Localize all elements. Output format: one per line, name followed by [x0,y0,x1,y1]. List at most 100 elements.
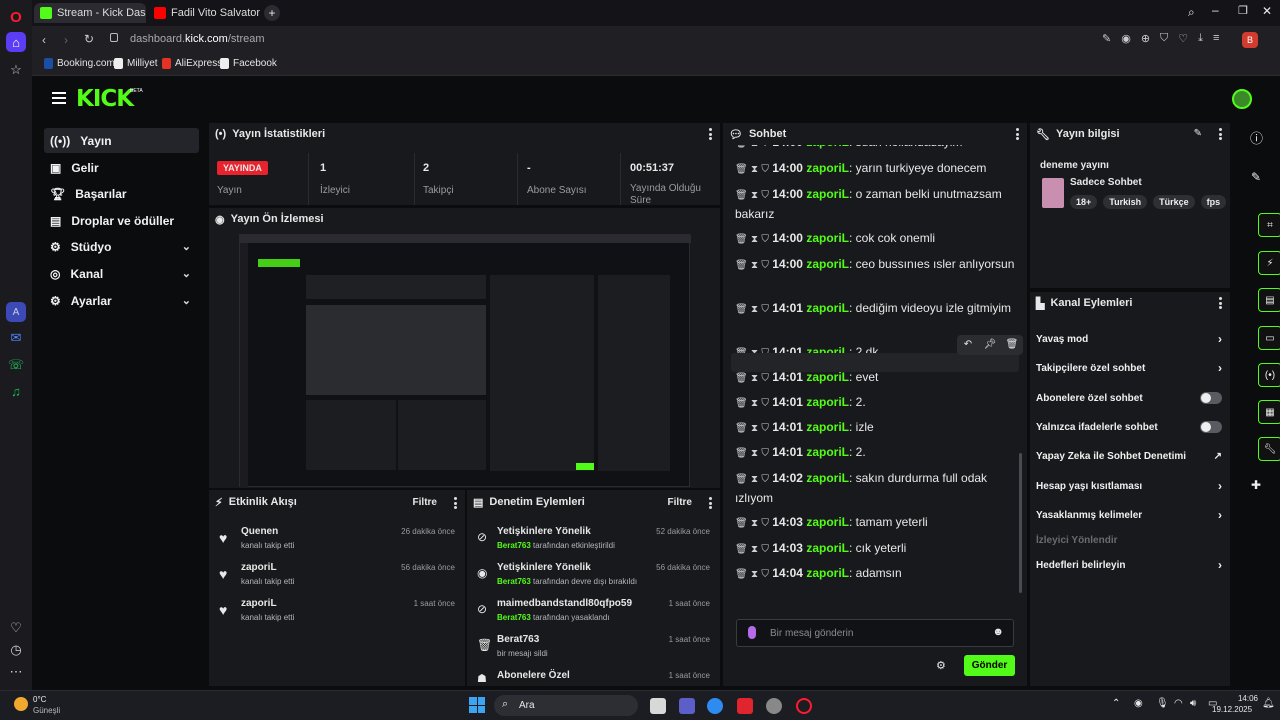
document-tool-icon[interactable]: ▤ [1258,288,1280,312]
history-icon[interactable]: ◷ [6,640,26,660]
timeout-icon[interactable]: ⧗ [751,569,758,580]
add-widget-icon[interactable]: ✚ [1251,478,1261,492]
download-icon[interactable]: ⤓ [1198,32,1203,45]
trash-icon[interactable]: 🗑︎ [735,569,748,580]
restore-button[interactable]: ❐ [1238,4,1248,17]
chat-message[interactable]: 🗑︎ ⧗ ⛉ 14:01 zaporiL: izle [735,418,1015,438]
close-window-button[interactable]: ✕ [1262,4,1272,18]
chrome-icon[interactable] [707,698,723,714]
trash-icon[interactable]: 🗑︎ [735,544,748,555]
sidebar-item-yayin[interactable]: ((•)) Yayın [44,128,199,153]
chat-message[interactable]: 🗑︎ ⧗ ⛉ 14:01 zaporiL: 2. [735,393,1015,413]
more-options-icon[interactable] [709,497,712,509]
more-options-icon[interactable] [1219,297,1222,309]
category-name[interactable]: Sadece Sohbet [1070,177,1142,188]
timeout-icon[interactable]: ⧗ [751,190,758,201]
teams-icon[interactable] [679,698,695,714]
favorites-icon[interactable]: ♡ [1178,32,1188,45]
trash-icon[interactable]: 🗑︎ [735,448,748,459]
wrench-tool-icon[interactable]: 🔧︎ [1258,437,1280,461]
sidebar-item-kanal[interactable]: ◎ Kanal ⌄ [44,261,199,286]
bookmark-milliyet[interactable]: Milliyet [114,58,158,69]
chat-scrollbar[interactable] [1019,453,1022,593]
screenshot-tool-icon[interactable]: ⌗ [1258,213,1280,237]
timeout-icon[interactable]: ⧗ [751,544,758,555]
timeout-icon[interactable]: ⧗ [751,234,758,245]
timeout-icon[interactable]: ⧗ [751,518,758,529]
emoji-icon[interactable]: ☻ [992,626,1004,638]
sidebar-item-basarilar[interactable]: 🏆︎ Başarılar [44,181,199,206]
filter-button[interactable]: Filtre [668,497,692,508]
more-options-icon[interactable] [1219,128,1222,140]
edit-icon[interactable]: ✎ [1194,128,1202,139]
tray-chevron-icon[interactable]: ⌃ [1112,698,1120,709]
timeout-icon[interactable]: ⧗ [751,398,758,409]
task-view-icon[interactable] [650,698,666,714]
heart-icon[interactable]: ♡ [6,618,26,638]
chat-tool-icon[interactable]: ▭ [1258,326,1280,350]
timeout-icon[interactable]: ⧗ [751,373,758,384]
messenger-icon[interactable]: ✉ [6,328,26,348]
vpn-icon[interactable]: ⊕ [1141,32,1150,45]
tab-kick-dashboard[interactable]: Stream - Kick Dashboard [34,3,146,23]
ai-moderation-row[interactable]: Yapay Zeka ile Sohbet Denetimi ↗ [1036,445,1222,467]
wifi-icon[interactable]: ◠ [1174,698,1183,709]
windows-start-icon[interactable] [469,697,485,713]
more-options-icon[interactable] [1016,128,1019,140]
chat-message[interactable]: 🗑︎ ⧗ ⛉ 14:02 zaporiL: sakın durdurma ful… [735,469,1015,508]
trash-icon[interactable]: 🗑︎ [735,260,748,271]
aria-icon[interactable]: A [6,302,26,322]
info-icon[interactable]: ⓘ [1250,128,1263,147]
star-icon[interactable]: ☆ [6,60,26,80]
chat-message[interactable]: 🗑︎ ⧗ ⛉ 14:04 zaporiL: adamsın [735,564,1015,584]
timeout-icon[interactable]: ⧗ [751,423,758,434]
bookmark-facebook[interactable]: Facebook [220,58,277,69]
url-field[interactable]: dashboard.kick.com/stream [130,33,265,45]
home-icon[interactable]: ⌂ [6,32,26,52]
kick-logo[interactable]: KICK [76,86,134,112]
chat-message[interactable]: 🗑︎ ⧗ ⛉ 14:01 zaporiL: dediğim videoyu iz… [735,299,1015,319]
taskbar-search[interactable]: ⌕ Ara [494,695,638,716]
chat-message[interactable]: 🗑︎ ⧗ ⛉ 14:00 zaporiL: yarın turkiyeye do… [735,159,1015,179]
reply-icon[interactable]: ↶ [957,335,979,355]
back-icon[interactable]: ‹ [42,33,46,47]
more-icon[interactable]: ⋯ [6,662,26,682]
followers-only-row[interactable]: Takipçilere özel sohbet › [1036,357,1222,379]
new-tab-button[interactable]: + [264,5,280,21]
grid-tool-icon[interactable]: ▦ [1258,400,1280,424]
send-button[interactable]: Gönder [964,655,1015,676]
chat-message[interactable]: 🗑︎ ⧗ ⛉ 14:00 zaporiL: o zaman belki unut… [735,185,1015,224]
chat-message[interactable]: 🗑︎ ⧗ ⛉ 14:01 zaporiL: 2. [735,443,1015,463]
search-tabs-icon[interactable]: ⌕ [1188,5,1195,20]
more-options-icon[interactable] [454,497,457,509]
bookmark-booking[interactable]: Booking.com [44,58,115,69]
menu-icon[interactable]: ≡ [1213,32,1219,45]
weather-icon[interactable] [14,697,28,711]
trash-icon[interactable]: 🗑︎ [1001,335,1023,355]
tray-app-icon[interactable]: ◉ [1134,698,1143,709]
spotify-icon[interactable]: ♫ [6,381,26,401]
chat-message[interactable]: 🗑︎ ⧗ ⛉ 14:03 zaporiL: tamam yeterli [735,513,1015,533]
broadcast-tool-icon[interactable]: (•) [1258,363,1280,387]
trash-icon[interactable]: 🗑︎ [735,518,748,529]
opera-icon[interactable] [796,698,812,714]
more-options-icon[interactable] [709,128,712,140]
timeout-icon[interactable]: ⧗ [751,304,758,315]
bookmark-aliexpress[interactable]: AliExpress [162,58,222,69]
camera-icon[interactable]: ◉ [1121,32,1131,45]
reload-icon[interactable]: ↻ [84,32,94,46]
stream-preview-video[interactable] [239,234,691,488]
trash-icon[interactable]: 🗑︎ [735,164,748,175]
banned-words-row[interactable]: Yasaklanmış kelimeler › [1036,504,1222,526]
pin-icon[interactable]: 📌︎ [979,335,1001,355]
goals-row[interactable]: Hedefleri belirleyin › [1036,554,1222,576]
trash-icon[interactable]: 🗑︎ [735,474,748,485]
trash-icon[interactable]: 🗑︎ [735,190,748,201]
whatsapp-icon[interactable]: ☏ [6,355,26,375]
minimize-button[interactable]: – [1212,3,1219,17]
sidebar-item-droplar[interactable]: ▤ Droplar ve ödüller [44,208,199,233]
hamburger-icon[interactable] [52,92,66,104]
timeout-icon[interactable]: ⧗ [751,474,758,485]
timeout-icon[interactable]: ⧗ [751,448,758,459]
tab-youtube-video[interactable]: Fadil Vito Salvatore'yi vurd [148,3,260,23]
